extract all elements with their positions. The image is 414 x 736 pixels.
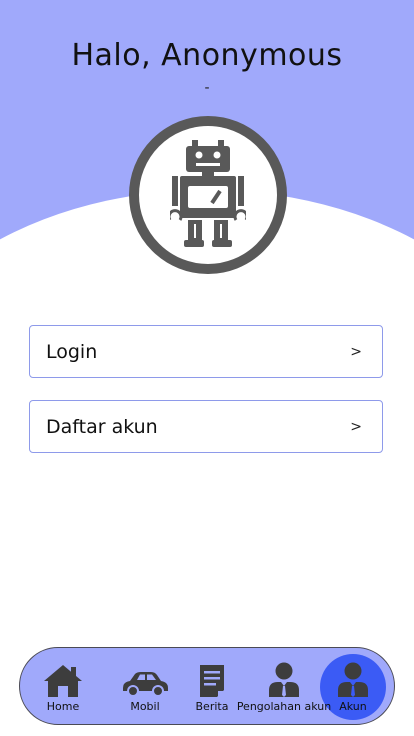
avatar: [129, 116, 287, 274]
nav-label-mobil: Mobil: [130, 700, 160, 713]
login-label: Login: [46, 340, 98, 363]
register-label: Daftar akun: [46, 415, 158, 438]
nav-label-berita: Berita: [195, 700, 229, 713]
login-button[interactable]: Login >: [29, 325, 383, 378]
account-icon: [338, 662, 368, 697]
chevron-right-icon: >: [350, 343, 362, 360]
robot-icon: [170, 140, 246, 247]
nav-label-akun: Akun: [339, 700, 367, 713]
user-subtitle: -: [204, 80, 210, 96]
news-icon: [200, 665, 224, 697]
nav-item-home[interactable]: Home: [23, 648, 103, 724]
register-button[interactable]: Daftar akun >: [29, 400, 383, 453]
user-manage-icon: [269, 662, 299, 697]
greeting-title: Halo, Anonymous: [71, 38, 343, 73]
nav-label-home: Home: [46, 700, 80, 713]
chevron-right-icon: >: [350, 418, 362, 435]
nav-item-pengolahan-akun[interactable]: Pengolahan akun: [237, 648, 331, 724]
car-icon: [123, 672, 168, 697]
nav-item-akun[interactable]: Akun: [313, 648, 393, 724]
bottom-navigation: Home Mobil Berita Pengolahan akun Akun: [19, 647, 395, 725]
home-icon: [44, 665, 82, 697]
